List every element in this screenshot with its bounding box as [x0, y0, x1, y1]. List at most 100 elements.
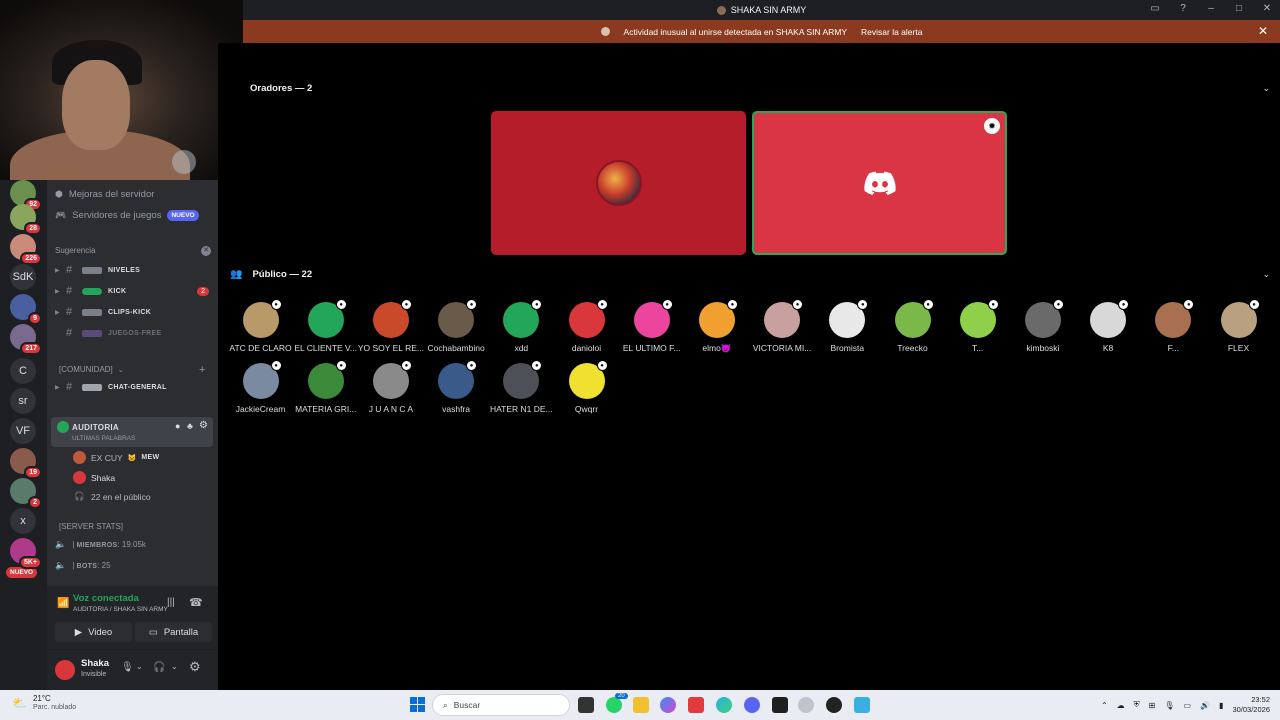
obs-icon[interactable]	[826, 697, 842, 713]
category-server-stats[interactable]: [SERVER STATS]	[59, 522, 123, 531]
game-servers-item[interactable]: 🎮 Servidores de juegos NUEVO	[55, 210, 213, 221]
weather-widget[interactable]: ⛅ 21°C Parc. nublado	[12, 694, 76, 712]
chevron-up-icon[interactable]: ⌃	[1101, 701, 1108, 710]
battery-icon[interactable]: ▮	[1219, 701, 1223, 710]
audience-member[interactable]: ● EL CLIENTE V...	[293, 299, 358, 353]
channel-clips-kick[interactable]: ▶ # CLIPS-KICK	[55, 306, 213, 318]
audience-member[interactable]: ● vashfra	[424, 360, 489, 414]
video-button[interactable]: ▶ Video	[55, 622, 132, 642]
channel-juegos-free[interactable]: ▶ # JUEGOS-FREE	[55, 327, 213, 339]
channel-kick[interactable]: ▶ # KICK 2	[55, 285, 213, 297]
server-icon[interactable]: x	[10, 508, 36, 534]
audience-member[interactable]: ● Cochabambino	[424, 299, 489, 353]
disconnect-icon[interactable]: ☎	[189, 596, 203, 609]
app-icon[interactable]	[798, 697, 814, 713]
copilot-icon[interactable]	[660, 697, 676, 713]
screen-share-button[interactable]: ▭ Pantalla	[135, 622, 212, 642]
speaker-tile[interactable]	[491, 111, 746, 255]
taskbar-search[interactable]: ⌕ Buscar	[432, 694, 570, 716]
add-channel-icon[interactable]: +	[199, 364, 205, 376]
noise-suppression-icon[interactable]: |||	[167, 597, 175, 608]
voice-location[interactable]: AUDITORIA / SHAKA SIN ARMY	[73, 606, 168, 613]
headphones-icon[interactable]: 🎧	[153, 662, 165, 673]
whatsapp-icon[interactable]	[606, 697, 622, 713]
display-icon[interactable]: ▭	[1184, 701, 1192, 710]
notepad-icon[interactable]	[854, 697, 870, 713]
audience-member[interactable]: ● ATC DE CLARO	[228, 299, 293, 353]
maximize-button[interactable]: □	[1232, 3, 1246, 14]
audience-member[interactable]: ● Qwqrr	[554, 360, 619, 414]
server-icon[interactable]: 92	[10, 180, 42, 211]
audience-member[interactable]: ● MATERIA GRI...	[293, 360, 358, 414]
audience-count[interactable]: 🎧 22 en el público	[73, 491, 150, 502]
audience-member[interactable]: ● danioloi	[554, 299, 619, 353]
server-icon[interactable]: 217	[10, 324, 42, 355]
terminal-icon[interactable]	[772, 697, 788, 713]
close-window-button[interactable]: ✕	[1260, 3, 1274, 14]
server-icon[interactable]: SdK	[10, 264, 36, 290]
audience-member[interactable]: ● Bromista	[815, 299, 880, 353]
minimize-button[interactable]: –	[1204, 3, 1218, 14]
chat-icon[interactable]: ●	[175, 421, 180, 431]
audience-member[interactable]: ● HATER N1 DE...	[489, 360, 554, 414]
shield-icon[interactable]: ⛨	[1134, 700, 1140, 710]
server-icon[interactable]: 19	[10, 448, 42, 479]
channel-niveles[interactable]: ▶ # NIVELES	[55, 264, 213, 276]
invite-icon[interactable]: ♣	[187, 421, 193, 431]
dismiss-suggestion-icon[interactable]: ✕	[201, 245, 211, 256]
gear-icon[interactable]: ⚙	[199, 420, 208, 431]
edge-icon[interactable]	[716, 697, 732, 713]
server-icon[interactable]: 226	[10, 234, 42, 265]
server-icon[interactable]: 28	[10, 204, 42, 235]
discord-icon[interactable]	[744, 697, 760, 713]
voice-user-excuy[interactable]: EX CUY 🐱 MEW	[73, 451, 159, 464]
store-icon[interactable]	[688, 697, 704, 713]
review-alert-button[interactable]: Revisar la alerta	[861, 27, 922, 37]
help-icon[interactable]: ?	[1176, 3, 1190, 14]
voice-user-shaka[interactable]: Shaka	[73, 471, 115, 484]
audience-member[interactable]: ● K8	[1076, 299, 1141, 353]
microphone-icon[interactable]: 🎙	[121, 662, 134, 673]
server-icon[interactable]: C	[10, 358, 36, 384]
channel-chat-general[interactable]: ▶ # CHAT-GENERAL	[55, 381, 213, 393]
server-icon[interactable]: 2	[10, 478, 42, 509]
server-icon[interactable]: 5K+	[10, 538, 42, 569]
audience-member[interactable]: ● kimboski	[1010, 299, 1075, 353]
user-avatar[interactable]	[55, 660, 75, 680]
server-icon[interactable]: VF	[10, 418, 36, 444]
settings-gear-icon[interactable]: ⚙	[189, 659, 201, 675]
user-name[interactable]: Shaka	[81, 658, 109, 669]
audience-member[interactable]: ● F...	[1141, 299, 1206, 353]
audience-member[interactable]: ● elmo😈	[684, 299, 749, 354]
start-icon[interactable]	[410, 697, 425, 712]
stat-bots[interactable]: 🔈 | BOTS: 25	[55, 560, 213, 571]
server-icon[interactable]: sr	[10, 388, 36, 414]
volume-icon[interactable]: 🔊	[1200, 701, 1210, 710]
audience-member[interactable]: ● FLEX	[1206, 299, 1271, 353]
network-icon[interactable]: ⊞	[1149, 701, 1156, 710]
server-icon[interactable]: 9	[10, 294, 42, 325]
audience-member[interactable]: ● JackieCream	[228, 360, 293, 414]
server-boosts-item[interactable]: ⬢ Mejoras del servidor	[55, 189, 213, 200]
clock[interactable]: 23:52 30/03/2026	[1232, 695, 1270, 715]
stat-members[interactable]: 🔈 | MIEMBROS: 19.05k	[55, 539, 213, 550]
voice-status[interactable]: Voz conectada	[73, 593, 139, 604]
audience-member[interactable]: ● Treecko	[880, 299, 945, 353]
audience-member[interactable]: ● T...	[945, 299, 1010, 353]
audience-member[interactable]: ● J U A N C A	[358, 360, 423, 414]
alert-close-button[interactable]: ✕	[1258, 24, 1268, 38]
chevron-down-icon[interactable]: ⌄	[1262, 269, 1270, 280]
category-comunidad[interactable]: [COMUNIDAD] ⌄ +	[59, 364, 205, 376]
speaker-tile[interactable]: ✹	[752, 111, 1007, 255]
file-explorer-icon[interactable]	[633, 697, 649, 713]
task-view-icon[interactable]	[578, 697, 594, 713]
voice-channel-auditoria[interactable]: AUDITORIA ULTIMAS PALABRAS ● ♣ ⚙	[51, 417, 213, 447]
audience-member[interactable]: ● YO SOY EL RE...	[358, 299, 424, 353]
audience-member[interactable]: ● EL ULTIMO F...	[619, 299, 684, 353]
audience-member[interactable]: ● xdd	[489, 299, 554, 353]
chevron-down-icon[interactable]: ⌄	[136, 662, 143, 671]
inbox-icon[interactable]: ▭	[1148, 3, 1162, 14]
chevron-down-icon[interactable]: ⌄	[1262, 83, 1270, 94]
microphone-icon[interactable]: 🎙	[1164, 701, 1174, 710]
audience-member[interactable]: ● VICTORIA MI...	[750, 299, 815, 353]
